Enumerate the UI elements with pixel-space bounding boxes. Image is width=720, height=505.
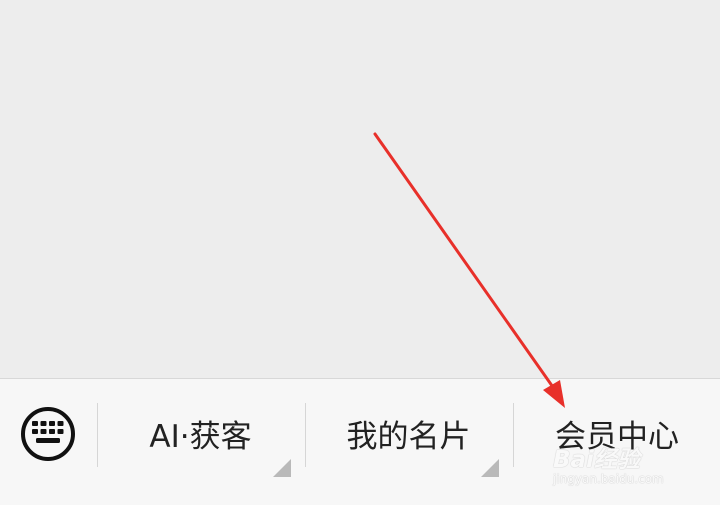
keyboard-toggle-button[interactable] [21, 407, 75, 461]
menu-item-label: 会员中心 [555, 419, 679, 455]
menu-item-ai-acquire[interactable]: AI·获客 [98, 389, 303, 485]
submenu-corner-icon [481, 459, 499, 477]
menu-item-label: AI·获客 [149, 419, 252, 455]
menu-item-label: 我的名片 [346, 419, 471, 455]
keyboard-icon [32, 421, 64, 443]
menu-item-member-center[interactable]: 会员中心 [514, 389, 720, 485]
bottom-menu-bar: AI·获客 我的名片 会员中心 [0, 378, 720, 505]
submenu-corner-icon [273, 459, 291, 477]
chat-content-area [0, 0, 720, 378]
menu-item-my-card[interactable]: 我的名片 [306, 389, 511, 485]
